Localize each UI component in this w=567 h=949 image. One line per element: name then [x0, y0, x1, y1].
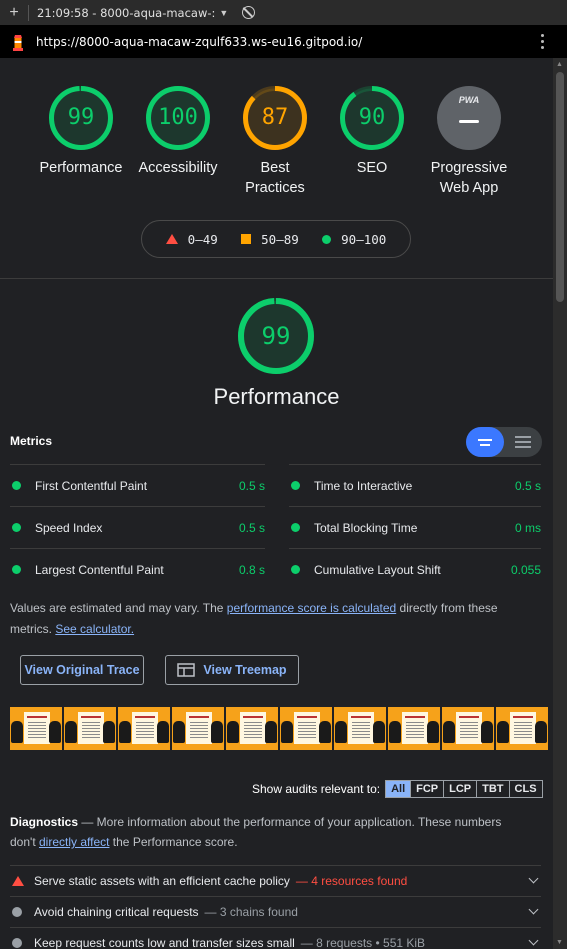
directly-affect-link[interactable]: directly affect — [39, 835, 109, 849]
gauge-label: SEO — [356, 160, 388, 176]
filmstrip-frame — [388, 707, 440, 750]
treemap-icon — [177, 663, 196, 677]
page-url[interactable]: https://8000-aqua-macaw-zqulf633.ws-eu16… — [36, 35, 362, 49]
metric-time-to-interactive: Time to Interactive 0.5 s — [289, 464, 541, 506]
filter-fcp[interactable]: FCP — [410, 780, 445, 798]
metric-speed-index: Speed Index 0.5 s — [10, 506, 265, 548]
chevron-down-icon[interactable] — [528, 873, 539, 884]
circle-icon — [322, 234, 332, 244]
square-icon — [241, 234, 252, 244]
pass-dot-icon — [291, 523, 300, 532]
compact-view-icon[interactable] — [466, 427, 504, 457]
more-options-icon[interactable] — [541, 34, 545, 49]
legend-average: 50–89 — [241, 232, 299, 247]
gauge-best-practices[interactable]: 87 Best Practices — [225, 86, 325, 198]
gauge-score: 100 — [158, 105, 198, 130]
devtools-tabbar: + 21:09:58 - 8000-aqua-macaw-: ▼ — [0, 0, 567, 25]
pass-dot-icon — [12, 565, 21, 574]
filter-tbt[interactable]: TBT — [476, 780, 510, 798]
pass-dot-icon — [291, 481, 300, 490]
gauge-label: Accessibility — [138, 160, 218, 176]
filmstrip-frame — [280, 707, 332, 750]
category-gauges: 99 Performance 100 Accessibility 87 Best… — [0, 86, 553, 236]
filter-cls[interactable]: CLS — [508, 780, 543, 798]
clear-report-icon[interactable] — [242, 6, 256, 19]
pass-dot-icon — [291, 565, 300, 574]
gauge-score: 87 — [261, 105, 289, 130]
gauge-seo[interactable]: 90 SEO — [322, 86, 422, 178]
audit-critical-requests[interactable]: Avoid chaining critical requests — 3 chai… — [10, 896, 541, 927]
performance-score: 99 — [261, 322, 291, 350]
info-dot-icon — [12, 907, 22, 917]
performance-gauge: 99 — [238, 298, 314, 374]
scroll-up-icon[interactable]: ▲ — [556, 61, 563, 68]
metric-cumulative-layout-shift: Cumulative Layout Shift 0.055 — [289, 548, 541, 590]
legend-pass: 90–100 — [322, 232, 386, 247]
filmstrip-frame — [496, 707, 548, 750]
divider — [28, 4, 29, 21]
gauge-pwa[interactable]: PWA Progressive Web App — [419, 86, 519, 198]
pass-dot-icon — [12, 481, 21, 490]
filmstrip-frame — [10, 707, 62, 750]
fail-triangle-icon — [12, 876, 24, 886]
metrics-view-toggle[interactable] — [466, 427, 542, 457]
score-calculated-link[interactable]: performance score is calculated — [227, 601, 396, 615]
diagnostics-title: Diagnostics — [10, 815, 79, 829]
gauge-label: Best — [260, 160, 290, 176]
divider — [0, 278, 553, 279]
score-legend: 0–49 50–89 90–100 — [141, 220, 411, 258]
metrics-note: Values are estimated and may vary. The p… — [10, 601, 498, 636]
filmstrip-frame — [172, 707, 224, 750]
audit-filter-label: Show audits relevant to: — [252, 782, 381, 796]
lighthouse-report: 99 Performance 100 Accessibility 87 Best… — [0, 58, 553, 949]
filmstrip-frame — [442, 707, 494, 750]
diagnostics-description: Diagnostics — More information about the… — [10, 815, 502, 849]
chevron-down-icon[interactable] — [528, 904, 539, 915]
filmstrip-frame — [226, 707, 278, 750]
see-calculator-link[interactable]: See calculator. — [55, 622, 134, 636]
pass-dot-icon — [12, 523, 21, 532]
gauge-score: 99 — [67, 105, 95, 130]
filter-lcp[interactable]: LCP — [443, 780, 478, 798]
info-dot-icon — [12, 938, 22, 948]
filmstrip-frame — [64, 707, 116, 750]
gauge-accessibility[interactable]: 100 Accessibility — [128, 86, 228, 178]
filter-all[interactable]: All — [385, 780, 412, 798]
legend-fail: 0–49 — [165, 232, 218, 247]
scrollbar[interactable]: ▲ ▼ — [553, 58, 567, 949]
pwa-badge-text: PWA — [458, 95, 480, 105]
gauge-label-line2: Practices — [245, 180, 305, 196]
view-original-trace-button[interactable]: View Original Trace — [20, 655, 144, 685]
gauge-label-line2: Web App — [439, 180, 499, 196]
expanded-view-icon[interactable] — [504, 427, 542, 457]
gauge-label: Progressive — [430, 160, 508, 176]
metrics-header: Metrics — [10, 434, 53, 448]
view-treemap-button[interactable]: View Treemap — [165, 655, 299, 685]
chevron-down-icon[interactable] — [528, 935, 539, 946]
lighthouse-logo-icon — [0, 33, 36, 51]
new-tab-icon[interactable]: + — [0, 4, 28, 22]
filmstrip-frame — [334, 707, 386, 750]
metric-total-blocking-time: Total Blocking Time 0 ms — [289, 506, 541, 548]
gauge-score: 90 — [358, 105, 386, 130]
filmstrip — [10, 707, 548, 750]
audit-request-counts[interactable]: Keep request counts low and transfer siz… — [10, 927, 541, 949]
gauge-label: Performance — [39, 160, 123, 176]
filmstrip-frame — [118, 707, 170, 750]
gauge-performance[interactable]: 99 Performance — [31, 86, 131, 178]
metric-largest-contentful-paint: Largest Contentful Paint 0.8 s — [10, 548, 265, 590]
triangle-icon — [165, 234, 178, 244]
audit-filter: Show audits relevant to: All FCP LCP TBT… — [252, 780, 543, 798]
metric-first-contentful-paint: First Contentful Paint 0.5 s — [10, 464, 265, 506]
url-bar: https://8000-aqua-macaw-zqulf633.ws-eu16… — [0, 25, 567, 58]
audit-cache-policy[interactable]: Serve static assets with an efficient ca… — [10, 865, 541, 896]
performance-title: Performance — [213, 384, 340, 409]
report-select[interactable]: 21:09:58 - 8000-aqua-macaw-: — [37, 6, 215, 20]
scroll-down-icon[interactable]: ▼ — [556, 939, 563, 946]
scrollbar-thumb[interactable] — [556, 72, 564, 302]
chevron-down-icon[interactable]: ▼ — [219, 8, 228, 18]
